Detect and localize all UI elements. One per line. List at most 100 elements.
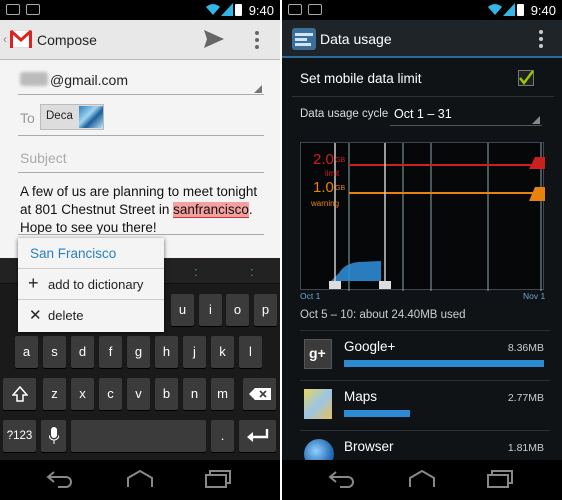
app-row-maps[interactable]: Maps 2.77MB [300,380,550,426]
settings-app-icon[interactable] [292,28,316,50]
period-key[interactable]: . [211,420,234,452]
x-axis-start: Oct 1 [300,291,321,301]
punctuation-key-colon[interactable]: : [194,264,198,279]
data-usage-screen: 9:40 Data usage Set mobile data limit Da… [282,0,562,500]
maps-icon [304,389,332,419]
battery-icon [517,4,524,16]
chat-notification-icon [308,4,322,15]
key-c[interactable]: c [99,378,122,410]
navigation-bar [282,460,562,500]
app-row-google-plus[interactable]: g+ Google+ 8.36MB [300,330,550,376]
limit-unit: GB [335,157,346,164]
to-label: To [20,110,35,126]
delete-x-icon: ✕ [29,307,42,324]
range-end-handle[interactable] [379,281,391,289]
backspace-icon [248,388,271,400]
enter-icon [246,429,268,442]
chat-notification-icon [26,4,40,15]
key-z[interactable]: z [43,378,66,410]
add-to-dictionary-item[interactable]: + add to dictionary [18,269,164,300]
x-axis-end: Nov 1 [523,291,546,301]
delete-item[interactable]: ✕ delete [18,300,164,331]
key-o[interactable]: o [226,294,249,326]
message-body[interactable]: A few of us are planning to meet tonight… [20,183,265,237]
recipient-chip[interactable]: Deca [40,104,104,130]
key-k[interactable]: k [211,336,234,368]
spell-suggestion-popup: San Francisco + add to dictionary ✕ dele… [18,238,164,332]
gmail-icon[interactable] [10,30,32,48]
recent-apps-icon[interactable] [486,470,514,488]
limit-handle[interactable] [529,157,545,169]
key-a[interactable]: a [15,336,38,368]
space-key[interactable] [71,420,206,452]
notification-icon [288,4,302,15]
status-bar: 9:40 [0,0,280,20]
app-name: Google+ [344,339,396,354]
contact-photo [79,106,103,128]
wifi-icon [206,4,220,15]
key-b[interactable]: b [155,378,178,410]
action-bar: Data usage [282,20,562,58]
misspelled-word[interactable]: sanfrancisco [173,202,249,218]
key-f[interactable]: f [99,336,122,368]
range-start-handle[interactable] [329,281,341,289]
key-x[interactable]: x [71,378,94,410]
app-name: Browser [344,439,394,454]
wifi-icon [488,4,502,15]
status-bar: 9:40 [282,0,562,20]
key-s[interactable]: s [43,336,66,368]
app-usage: 8.36MB [507,342,544,354]
plus-icon: + [28,273,39,293]
checkmark-icon [519,70,534,85]
backspace-key[interactable] [243,378,276,410]
home-icon[interactable] [126,470,154,488]
page-title: Compose [37,32,97,48]
key-v[interactable]: v [127,378,150,410]
status-time: 9:40 [248,3,274,18]
add-to-dictionary-label: add to dictionary [48,277,144,292]
punctuation-key-colon-2[interactable]: : [250,264,254,279]
cycle-label: Data usage cycle [300,108,389,120]
voice-input-key[interactable] [41,420,66,452]
recent-apps-icon[interactable] [204,470,232,488]
back-icon[interactable] [46,470,74,488]
subject-field[interactable]: Subject [20,150,67,166]
symbols-key[interactable]: ?123 [3,420,36,452]
send-icon[interactable] [204,30,224,48]
key-d[interactable]: d [71,336,94,368]
key-p[interactable]: p [254,294,277,326]
key-h[interactable]: h [155,336,178,368]
key-j[interactable]: j [183,336,206,368]
signal-icon [503,3,515,16]
divider [292,96,554,97]
status-time: 9:40 [530,3,556,18]
key-g[interactable]: g [127,336,150,368]
home-icon[interactable] [408,470,436,488]
suggestion-label: San Francisco [30,246,117,261]
cycle-dropdown[interactable]: Oct 1 – 31 [390,104,542,126]
up-caret-icon[interactable]: ‹ [3,32,7,46]
back-icon[interactable] [328,470,356,488]
set-limit-row[interactable]: Set mobile data limit [282,64,562,94]
key-u[interactable]: u [171,294,194,326]
spinner-arrow-icon[interactable] [254,85,262,93]
key-l[interactable]: l [239,336,262,368]
warning-unit: GB [335,185,346,192]
recipient-chip-name: Deca [46,110,73,122]
cycle-value: Oct 1 – 31 [394,107,452,121]
key-m[interactable]: m [211,378,234,410]
suggestion-item[interactable]: San Francisco [18,238,164,269]
signal-icon [221,3,233,16]
from-account[interactable]: @gmail.com [50,72,128,88]
shift-key[interactable] [3,378,36,410]
key-n[interactable]: n [183,378,206,410]
microphone-icon [48,427,59,444]
app-usage: 1.81MB [507,442,544,454]
overflow-menu-icon[interactable] [254,30,260,50]
set-limit-checkbox[interactable] [518,70,534,86]
enter-key[interactable] [239,420,276,452]
notification-icon [6,4,20,15]
overflow-menu-icon[interactable] [538,29,544,49]
key-i[interactable]: i [199,294,222,326]
app-name: Maps [344,389,378,404]
